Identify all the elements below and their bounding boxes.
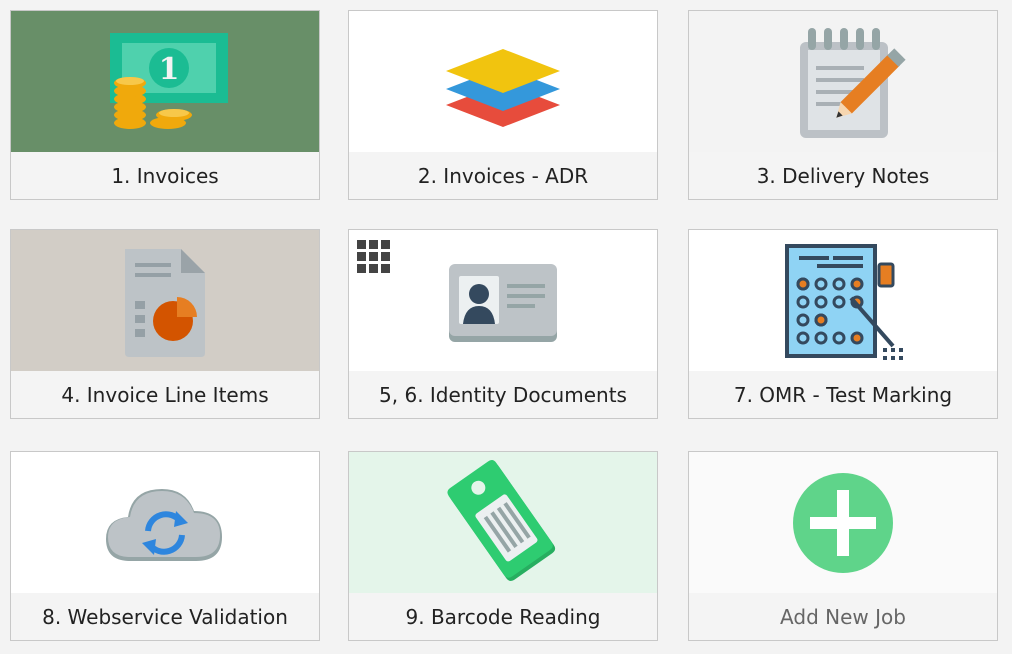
job-card-art xyxy=(11,452,319,593)
notepad-pencil-icon xyxy=(800,27,906,138)
job-card-barcode-reading[interactable]: 9. Barcode Reading xyxy=(348,451,658,641)
price-tag-icon xyxy=(447,459,556,581)
job-card-art xyxy=(349,452,657,593)
job-card-art: 1 xyxy=(11,11,319,152)
job-card-label: 5, 6. Identity Documents xyxy=(349,371,657,418)
job-card-art xyxy=(689,11,997,152)
job-card-art xyxy=(689,452,997,593)
job-card-label: 2. Invoices - ADR xyxy=(349,152,657,199)
job-card-art xyxy=(689,230,997,371)
job-card-invoice-line-items[interactable]: 4. Invoice Line Items xyxy=(10,229,320,419)
job-card-art xyxy=(349,11,657,152)
add-new-job-button[interactable]: Add New Job xyxy=(688,451,998,641)
omr-sheet-icon xyxy=(785,244,903,360)
job-card-invoices-adr[interactable]: 2. Invoices - ADR xyxy=(348,10,658,200)
layers-icon xyxy=(446,48,560,127)
job-card-label: 1. Invoices xyxy=(11,152,319,199)
job-card-art xyxy=(349,230,657,371)
plus-circle-icon xyxy=(793,472,893,573)
grid-icon xyxy=(357,240,390,273)
document-chart-icon xyxy=(125,248,205,357)
cloud-sync-icon xyxy=(106,488,222,561)
job-card-art xyxy=(11,230,319,371)
job-card-invoices[interactable]: 1 1. Invoices xyxy=(10,10,320,200)
cash-coins-icon: 1 xyxy=(110,32,228,129)
job-card-label: 8. Webservice Validation xyxy=(11,593,319,640)
job-card-identity-documents[interactable]: 5, 6. Identity Documents xyxy=(348,229,658,419)
job-card-label: 7. OMR - Test Marking xyxy=(689,371,997,418)
job-card-delivery-notes[interactable]: 3. Delivery Notes xyxy=(688,10,998,200)
id-card-icon xyxy=(449,263,557,342)
job-card-omr-test-marking[interactable]: 7. OMR - Test Marking xyxy=(688,229,998,419)
job-card-label: 9. Barcode Reading xyxy=(349,593,657,640)
job-card-webservice-validation[interactable]: 8. Webservice Validation xyxy=(10,451,320,641)
svg-text:1: 1 xyxy=(159,52,180,87)
job-card-label: 4. Invoice Line Items xyxy=(11,371,319,418)
job-card-label: Add New Job xyxy=(689,593,997,640)
job-card-label: 3. Delivery Notes xyxy=(689,152,997,199)
